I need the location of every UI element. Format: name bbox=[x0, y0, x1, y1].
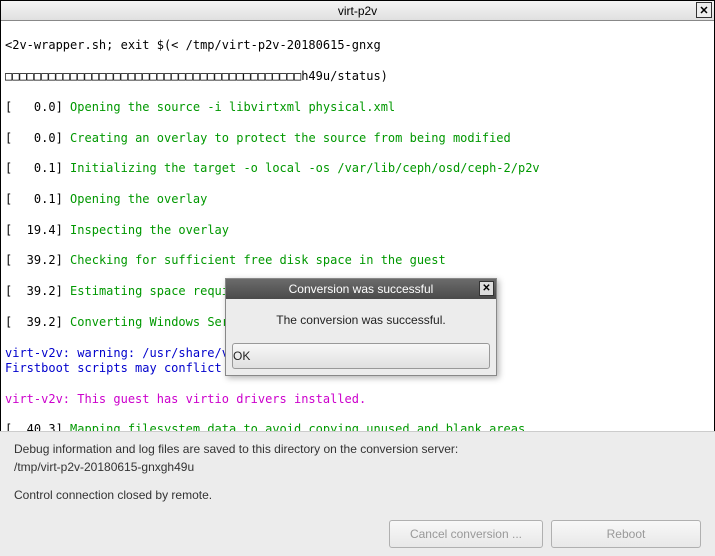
window-close-button[interactable]: ✕ bbox=[696, 2, 712, 18]
footer-debug-label: Debug information and log files are save… bbox=[14, 442, 701, 456]
terminal-line: [ 0.1] Initializing the target -o local … bbox=[5, 161, 710, 176]
footer-panel: Debug information and log files are save… bbox=[0, 431, 715, 556]
terminal-line: [ 0.0] Opening the source -i libvirtxml … bbox=[5, 100, 710, 115]
footer-status: Control connection closed by remote. bbox=[14, 488, 701, 502]
terminal-line: □□□□□□□□□□□□□□□□□□□□□□□□□□□□□□□□□□□□□□□□… bbox=[5, 69, 710, 84]
success-dialog: Conversion was successful ✕ The conversi… bbox=[225, 278, 497, 376]
footer-debug-path: /tmp/virt-p2v-20180615-gnxgh49u bbox=[14, 460, 701, 474]
terminal-line: [ 39.2] Checking for sufficient free dis… bbox=[5, 253, 710, 268]
dialog-title: Conversion was successful bbox=[289, 282, 434, 296]
terminal-info: virt-v2v: This guest has virtio drivers … bbox=[5, 392, 710, 407]
window-title: virt-p2v bbox=[338, 4, 377, 18]
window-titlebar: virt-p2v ✕ bbox=[1, 1, 714, 21]
dialog-close-button[interactable]: ✕ bbox=[479, 281, 494, 296]
reboot-button[interactable]: Reboot bbox=[551, 520, 701, 548]
terminal-line: [ 19.4] Inspecting the overlay bbox=[5, 223, 710, 238]
terminal-line: [ 0.1] Opening the overlay bbox=[5, 192, 710, 207]
cancel-conversion-button[interactable]: Cancel conversion ... bbox=[389, 520, 543, 548]
dialog-titlebar: Conversion was successful ✕ bbox=[226, 279, 496, 299]
terminal-line: <2v-wrapper.sh; exit $(< /tmp/virt-p2v-2… bbox=[5, 38, 710, 53]
terminal-output: <2v-wrapper.sh; exit $(< /tmp/virt-p2v-2… bbox=[1, 21, 714, 461]
ok-button[interactable]: OK bbox=[232, 343, 490, 369]
dialog-message: The conversion was successful. bbox=[226, 299, 496, 337]
terminal-line: [ 0.0] Creating an overlay to protect th… bbox=[5, 131, 710, 146]
